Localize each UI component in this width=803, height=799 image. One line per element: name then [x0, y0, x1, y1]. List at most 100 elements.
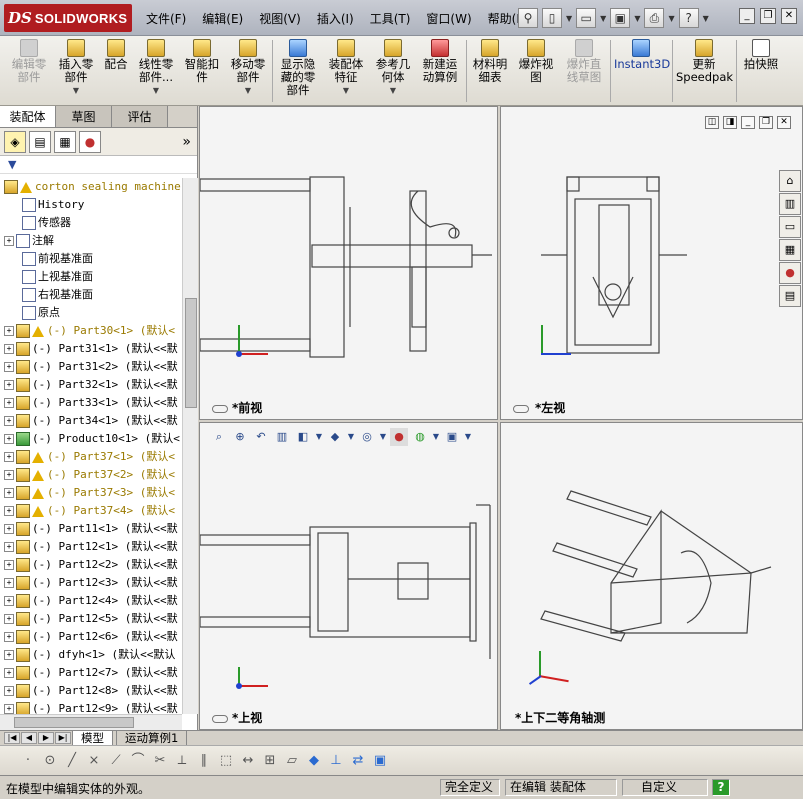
expand-icon[interactable]: +: [4, 596, 14, 606]
solidworks-logo[interactable]: DS SOLIDWORKS: [4, 4, 132, 32]
zoom-to-fit-icon[interactable]: ⌕: [210, 428, 228, 446]
tree-item[interactable]: + (-) Part11<1> (默认<<默: [0, 520, 182, 538]
expand-icon[interactable]: +: [4, 362, 14, 372]
configuration-manager-icon[interactable]: ▦: [54, 130, 76, 153]
snapshot-button[interactable]: 拍快照: [740, 39, 782, 71]
dimension-icon[interactable]: ↔: [238, 751, 258, 771]
expand-icon[interactable]: +: [4, 704, 14, 714]
view-cube-icon[interactable]: ◆: [304, 751, 324, 771]
show-hidden-button[interactable]: 显示隐 藏的零 部件: [276, 39, 320, 97]
tree-item[interactable]: + (-) Part12<7> (默认<<默: [0, 664, 182, 682]
expand-icon[interactable]: +: [4, 614, 14, 624]
tree-root-assembly[interactable]: corton sealing machine: [0, 178, 182, 196]
scroll-thumb[interactable]: [14, 717, 134, 728]
appearances-scenes-icon[interactable]: ●: [779, 262, 801, 284]
instant3d-small-icon[interactable]: ▣: [370, 751, 390, 771]
menu-insert[interactable]: 插入(I): [317, 10, 354, 27]
expand-icon[interactable]: +: [4, 326, 14, 336]
expand-icon[interactable]: +: [4, 470, 14, 480]
tree-item[interactable]: + (-) Part12<6> (默认<<默: [0, 628, 182, 646]
expand-panel-icon[interactable]: »: [182, 134, 191, 150]
appearance-manager-icon[interactable]: ●: [79, 130, 101, 153]
edit-appearance-icon[interactable]: ●: [390, 428, 408, 446]
tab-model[interactable]: 模型: [72, 731, 113, 746]
arc-icon[interactable]: ⌒: [128, 751, 148, 771]
scroll-thumb[interactable]: [185, 298, 197, 408]
move-component-small-icon[interactable]: ⇄: [348, 751, 368, 771]
feature-manager-icon[interactable]: ◈: [4, 130, 26, 153]
rectangle-icon[interactable]: ⬚: [216, 751, 236, 771]
expand-icon[interactable]: +: [4, 488, 14, 498]
open-folder-icon[interactable]: ▭: [576, 8, 597, 28]
expand-icon[interactable]: +: [4, 434, 14, 444]
apply-scene-icon[interactable]: ◍: [411, 428, 429, 446]
apply-scene-dropdown-icon[interactable]: ▼: [432, 428, 440, 446]
viewport-top[interactable]: *上视: [199, 422, 498, 730]
diagonal-line-icon[interactable]: ⟋: [106, 751, 126, 771]
display-style-icon[interactable]: ◆: [326, 428, 344, 446]
tree-item[interactable]: + (-) Part12<9> (默认<<默: [0, 700, 182, 714]
first-tab-icon[interactable]: |◀: [4, 732, 20, 744]
close-icon[interactable]: ✕: [781, 8, 797, 24]
tree-item[interactable]: 上视基准面: [0, 268, 182, 286]
expand-icon[interactable]: +: [4, 524, 14, 534]
tree-item[interactable]: 传感器: [0, 214, 182, 232]
tree-item[interactable]: + (-) Part12<1> (默认<<默: [0, 538, 182, 556]
line-icon[interactable]: ╱: [62, 751, 82, 771]
update-speedpak-button[interactable]: 更新 Speedpak: [676, 39, 733, 84]
tree-filter[interactable]: ▼: [0, 156, 197, 174]
view-orientation-dropdown-icon[interactable]: ▼: [315, 428, 323, 446]
tree-item[interactable]: + (-) Part37<4> (默认<: [0, 502, 182, 520]
expand-icon[interactable]: +: [4, 236, 14, 246]
view-settings-dropdown-icon[interactable]: ▼: [464, 428, 472, 446]
menu-file[interactable]: 文件(F): [146, 10, 186, 27]
menu-edit[interactable]: 编辑(E): [202, 10, 243, 27]
expand-icon[interactable]: +: [4, 668, 14, 678]
tree-item[interactable]: + (-) Part12<4> (默认<<默: [0, 592, 182, 610]
point-icon[interactable]: ·: [18, 751, 38, 771]
insert-component-button[interactable]: 插入零 部件 ▼: [56, 39, 96, 97]
property-manager-icon[interactable]: ▤: [29, 130, 51, 153]
view-orientation-icon[interactable]: ◧: [294, 428, 312, 446]
tree-item[interactable]: + (-) Part12<3> (默认<<默: [0, 574, 182, 592]
hide-show-dropdown-icon[interactable]: ▼: [379, 428, 387, 446]
tree-vertical-scrollbar[interactable]: [182, 178, 198, 714]
linear-pattern-button[interactable]: 线性零 部件... ▼: [136, 39, 176, 97]
last-tab-icon[interactable]: ▶|: [55, 732, 71, 744]
tree-item[interactable]: + (-) Part12<5> (默认<<默: [0, 610, 182, 628]
smart-fastener-button[interactable]: 智能扣 件: [180, 39, 224, 84]
tree-item[interactable]: 原点: [0, 304, 182, 322]
new-dropdown-icon[interactable]: ▼: [566, 14, 572, 23]
tree-item[interactable]: + (-) Part37<3> (默认<: [0, 484, 182, 502]
next-tab-icon[interactable]: ▶: [38, 732, 54, 744]
expand-icon[interactable]: +: [4, 578, 14, 588]
expand-icon[interactable]: +: [4, 506, 14, 516]
plane-icon[interactable]: ▱: [282, 751, 302, 771]
expand-icon[interactable]: +: [4, 632, 14, 642]
zoom-to-area-icon[interactable]: ⊕: [231, 428, 249, 446]
tree-item[interactable]: + (-) Product10<1> (默认<: [0, 430, 182, 448]
previous-view-icon[interactable]: ↶: [252, 428, 270, 446]
mate-button[interactable]: 配合: [100, 39, 132, 71]
expand-icon[interactable]: +: [4, 452, 14, 462]
pin-icon[interactable]: ⚲: [518, 8, 538, 28]
open-dropdown-icon[interactable]: ▼: [600, 14, 606, 23]
close-view-icon[interactable]: ✕: [777, 116, 791, 129]
axis-icon[interactable]: ⊥: [326, 751, 346, 771]
assembly-feature-button[interactable]: 装配体 特征 ▼: [324, 39, 368, 97]
tree-item[interactable]: + (-) Part34<1> (默认<<默: [0, 412, 182, 430]
tree-item[interactable]: + (-) Part32<1> (默认<<默: [0, 376, 182, 394]
exploded-view-button[interactable]: 爆炸视 图: [514, 39, 558, 84]
reference-geometry-dropdown-icon[interactable]: ▼: [372, 84, 414, 97]
tab-assembly[interactable]: 装配体: [0, 106, 56, 127]
minimize-icon[interactable]: _: [739, 8, 755, 24]
menu-window[interactable]: 窗口(W): [426, 10, 471, 27]
viewport-left[interactable]: *左视: [500, 106, 803, 420]
expand-icon[interactable]: +: [4, 398, 14, 408]
tree-item[interactable]: + (-) Part12<2> (默认<<默: [0, 556, 182, 574]
link-views-icon[interactable]: ◫: [705, 116, 719, 129]
solidworks-resources-icon[interactable]: ⌂: [779, 170, 801, 192]
tab-motion-study-1[interactable]: 运动算例1: [116, 731, 188, 746]
tree-item[interactable]: 右视基准面: [0, 286, 182, 304]
mirror-icon[interactable]: ⟂: [172, 751, 192, 771]
